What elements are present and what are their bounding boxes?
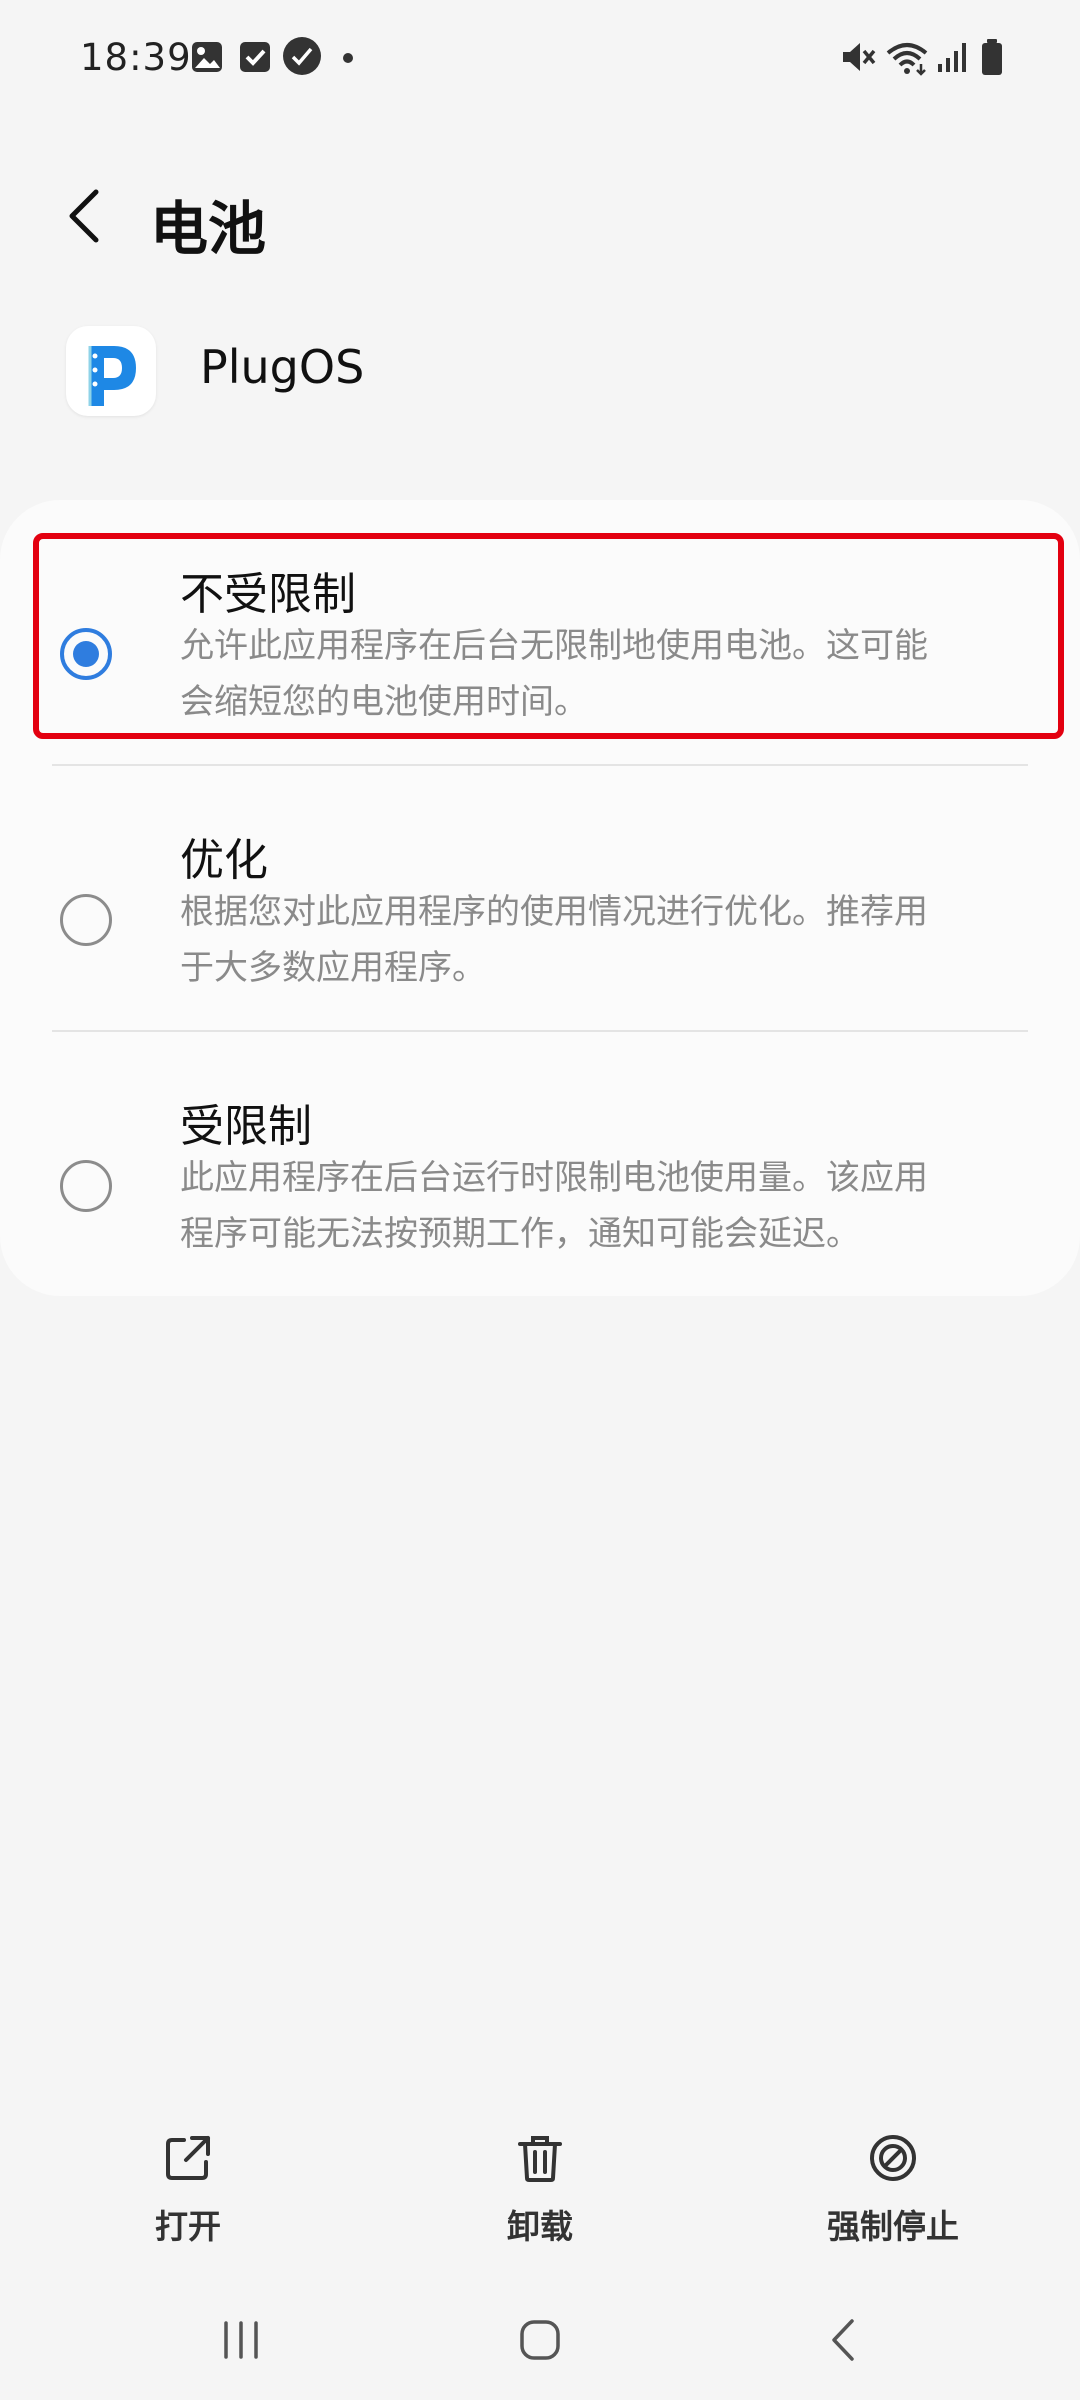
gallery-icon — [192, 42, 222, 72]
option-restricted[interactable]: 受限制 此应用程序在后台运行时限制电池使用量。该应用程序可能无法按预期工作，通知… — [0, 1072, 1080, 1254]
home-button[interactable] — [515, 2315, 565, 2369]
radio-button[interactable] — [60, 1160, 112, 1212]
app-notification-icon — [283, 37, 321, 75]
home-icon — [520, 2320, 560, 2360]
status-time: 18:39 — [80, 36, 192, 79]
battery-icon — [982, 39, 1002, 75]
open-external-icon — [166, 2136, 210, 2180]
app-name: PlugOS — [200, 340, 365, 394]
chevron-left-icon — [69, 189, 99, 243]
battery-options-card: 不受限制 允许此应用程序在后台无限制地使用电池。这可能会缩短您的电池使用时间。 … — [0, 500, 1080, 1296]
option-optimized[interactable]: 优化 根据您对此应用程序的使用情况进行优化。推荐用于大多数应用程序。 — [0, 806, 1080, 988]
force-stop-label: 强制停止 — [827, 2207, 959, 2246]
mute-icon — [843, 43, 876, 71]
radio-button[interactable] — [60, 894, 112, 946]
open-label: 打开 — [155, 2207, 221, 2246]
option-title: 优化 — [180, 835, 268, 886]
uninstall-label: 卸载 — [507, 2207, 573, 2246]
option-description: 允许此应用程序在后台无限制地使用电池。这可能会缩短您的电池使用时间。 — [180, 626, 928, 722]
nav-back-button[interactable] — [820, 2315, 870, 2369]
block-icon — [870, 2135, 916, 2181]
force-stop-button[interactable]: 强制停止 — [793, 2130, 993, 2248]
option-description: 此应用程序在后台运行时限制电池使用量。该应用程序可能无法按预期工作，通知可能会延… — [180, 1158, 928, 1254]
trash-icon — [518, 2136, 562, 2182]
option-title: 不受限制 — [180, 569, 356, 620]
page-title: 电池 — [150, 195, 267, 263]
open-button[interactable]: 打开 — [88, 2130, 288, 2248]
option-unrestricted[interactable]: 不受限制 允许此应用程序在后台无限制地使用电池。这可能会缩短您的电池使用时间。 — [0, 540, 1080, 722]
checkbox-icon — [240, 42, 270, 72]
divider — [52, 764, 1028, 766]
radio-button-selected[interactable] — [60, 628, 112, 680]
recent-apps-icon — [224, 2321, 258, 2359]
app-icon — [66, 326, 156, 416]
option-title: 受限制 — [180, 1101, 312, 1152]
recent-apps-button[interactable] — [216, 2315, 266, 2369]
signal-icon — [938, 43, 966, 72]
uninstall-button[interactable]: 卸载 — [440, 2130, 640, 2248]
dot-icon — [343, 53, 353, 63]
back-icon — [832, 2319, 854, 2361]
back-button[interactable] — [56, 180, 116, 250]
divider — [52, 1030, 1028, 1032]
wifi-icon — [886, 43, 928, 76]
plugos-logo-icon — [88, 346, 136, 406]
option-description: 根据您对此应用程序的使用情况进行优化。推荐用于大多数应用程序。 — [180, 892, 928, 988]
